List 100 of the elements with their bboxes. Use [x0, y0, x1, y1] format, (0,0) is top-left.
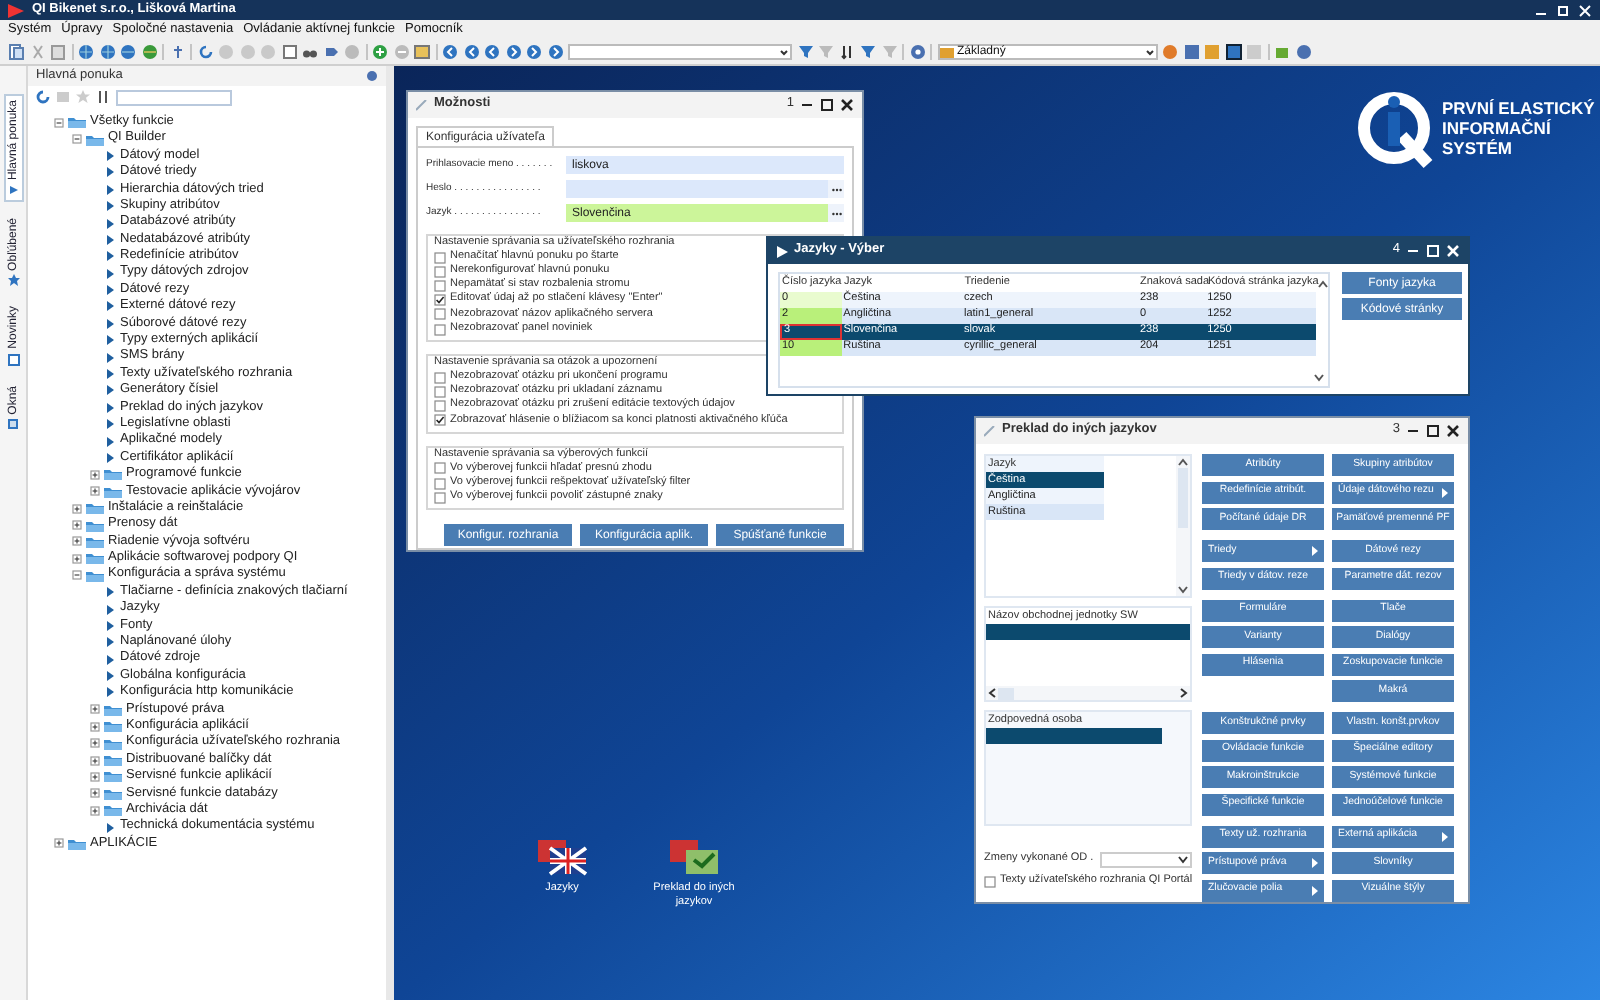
folder-icon: [104, 804, 122, 817]
collapse-icon[interactable]: [72, 570, 82, 581]
logo-text: INFORMAČNÍ: [1442, 118, 1553, 138]
expand-icon[interactable]: [72, 536, 82, 547]
expand-icon[interactable]: [90, 771, 100, 782]
expand-icon[interactable]: [90, 486, 100, 497]
folder-icon: [104, 485, 122, 498]
settings-icon[interactable]: [909, 44, 925, 60]
chevron-down-icon: [1178, 856, 1188, 864]
navigation-icon[interactable]: [547, 44, 563, 60]
expand-icon[interactable]: [90, 755, 100, 766]
collapse-icon[interactable]: [54, 117, 64, 128]
binoculars-icon[interactable]: [302, 44, 318, 60]
expand-icon[interactable]: [90, 469, 100, 480]
chevron-down-icon: [1143, 46, 1155, 58]
checked-checkbox[interactable]: [434, 294, 446, 307]
navigation-icon[interactable]: [484, 44, 500, 60]
scroll-down-icon[interactable]: [1178, 586, 1188, 594]
scrollbar[interactable]: [986, 686, 1190, 700]
folder-icon: [104, 787, 122, 800]
maximize-icon[interactable]: [820, 98, 834, 112]
refresh-icon[interactable]: [197, 44, 213, 60]
checkbox[interactable]: [434, 251, 446, 264]
folder-icon: [86, 552, 104, 565]
windows-icon: [7, 418, 19, 431]
minimize-icon[interactable]: [800, 98, 814, 112]
expand-icon[interactable]: [72, 520, 82, 531]
sort-icon[interactable]: [96, 90, 110, 104]
folder-icon: [104, 754, 122, 767]
navigation-icon[interactable]: [442, 44, 458, 60]
expand-icon[interactable]: [90, 738, 100, 749]
star-icon: [7, 274, 19, 287]
browse-button[interactable]: [828, 180, 844, 198]
checkbox[interactable]: [434, 308, 446, 321]
flags-icon[interactable]: [666, 836, 722, 876]
scrollbar-thumb[interactable]: [998, 687, 1014, 699]
search-field[interactable]: [116, 89, 232, 105]
scroll-down-icon[interactable]: [1314, 374, 1324, 382]
scroll-left-icon[interactable]: [988, 688, 996, 698]
document-icon[interactable]: [8, 44, 24, 60]
close-icon[interactable]: [1446, 424, 1460, 438]
logo-text: PRVNÍ ELASTICKÝ: [1442, 98, 1595, 118]
maximize-icon[interactable]: [1426, 424, 1440, 438]
submenu-arrow-icon: [1312, 858, 1318, 868]
tag-icon[interactable]: [323, 44, 339, 60]
logo-text: SYSTÉM: [1442, 138, 1514, 158]
checkbox[interactable]: [434, 279, 446, 292]
input-field[interactable]: [566, 180, 828, 198]
expand-icon[interactable]: [90, 788, 100, 799]
checked-checkbox[interactable]: [434, 414, 446, 427]
folder-icon: [86, 569, 104, 582]
flags-icon[interactable]: [534, 836, 590, 876]
clipboard-icon[interactable]: [50, 44, 66, 60]
refresh-icon[interactable]: [36, 90, 50, 104]
document-icon[interactable]: [281, 44, 297, 60]
checkbox[interactable]: [434, 462, 446, 475]
triangle-icon: [7, 184, 19, 197]
scroll-up-icon[interactable]: [1318, 279, 1328, 287]
expand-icon[interactable]: [90, 805, 100, 816]
checkbox[interactable]: [434, 477, 446, 490]
sort-icon[interactable]: [839, 44, 855, 60]
scroll-right-icon[interactable]: [1180, 688, 1188, 698]
scrollbar-thumb[interactable]: [1178, 468, 1188, 528]
expand-icon[interactable]: [54, 838, 64, 849]
checkbox[interactable]: [984, 876, 996, 888]
checkbox[interactable]: [434, 323, 446, 336]
checkbox[interactable]: [434, 400, 446, 413]
minimize-icon[interactable]: [1406, 244, 1420, 258]
navigation-icon[interactable]: [505, 44, 521, 60]
folder-icon: [86, 502, 104, 515]
folder-icon: [86, 535, 104, 548]
chevron-down-icon: [778, 46, 790, 58]
submenu-arrow-icon: [1442, 831, 1448, 841]
scroll-up-icon[interactable]: [1178, 458, 1188, 466]
checkbox[interactable]: [434, 385, 446, 398]
picture-icon[interactable]: [414, 44, 430, 60]
plus-icon[interactable]: [372, 44, 388, 60]
folder-icon: [104, 468, 122, 481]
browse-button[interactable]: [828, 204, 844, 222]
folder-icon: [939, 46, 953, 58]
newspaper-icon: [7, 353, 19, 366]
expand-icon[interactable]: [72, 503, 82, 514]
minimize-icon[interactable]: [1406, 424, 1420, 438]
triangle-icon: [104, 821, 116, 834]
checkbox[interactable]: [434, 491, 446, 504]
navigation-icon[interactable]: [526, 44, 542, 60]
submenu-arrow-icon: [1312, 546, 1318, 556]
expand-icon[interactable]: [90, 704, 100, 715]
close-icon[interactable]: [840, 98, 854, 112]
expand-icon[interactable]: [90, 721, 100, 732]
expand-icon[interactable]: [72, 553, 82, 564]
navigation-icon[interactable]: [463, 44, 479, 60]
checkbox[interactable]: [434, 371, 446, 384]
folder-icon: [104, 720, 122, 733]
scrollbar[interactable]: [1176, 456, 1190, 596]
submenu-arrow-icon: [1312, 885, 1318, 895]
star-icon[interactable]: [76, 90, 90, 104]
folder-icon: [68, 837, 86, 850]
checkbox[interactable]: [434, 265, 446, 278]
collapse-icon[interactable]: [72, 134, 82, 145]
